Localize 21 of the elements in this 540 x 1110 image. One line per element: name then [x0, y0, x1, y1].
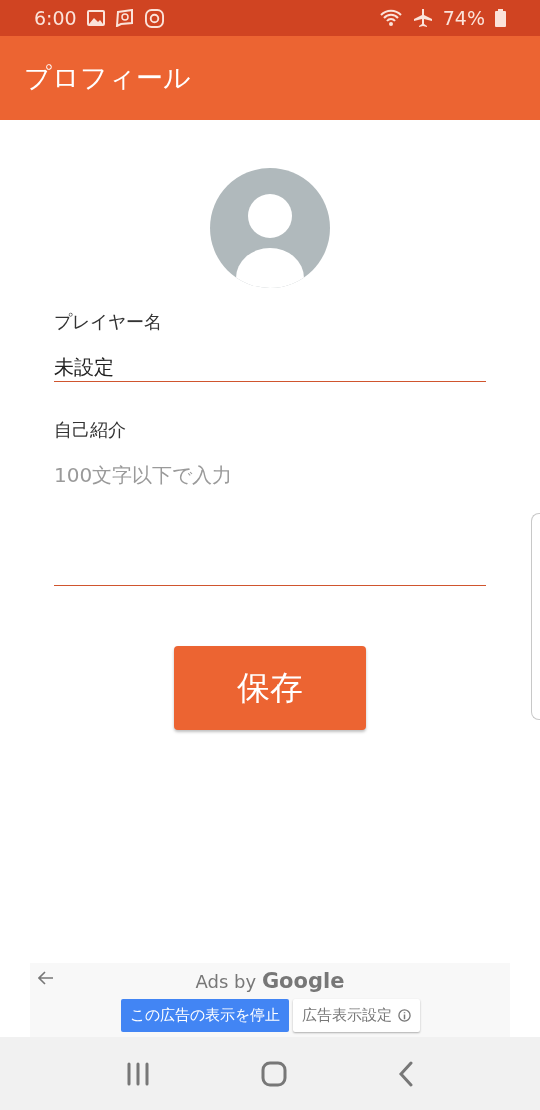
back-arrow-icon[interactable]	[38, 971, 54, 985]
battery-icon	[495, 9, 506, 27]
name-field[interactable]: 未設定	[54, 354, 486, 382]
ad-settings-button[interactable]: 広告表示設定	[292, 999, 420, 1032]
back-icon[interactable]	[398, 1060, 415, 1087]
save-button[interactable]: 保存	[174, 646, 366, 730]
app-title: プロフィール	[24, 61, 191, 95]
field-label: プレイヤー名	[54, 310, 163, 334]
airplane-icon	[412, 8, 433, 28]
stop-ad-button[interactable]: この広告の表示を停止	[120, 999, 289, 1032]
recents-icon[interactable]	[125, 1061, 150, 1086]
clock: 6:00	[34, 7, 77, 29]
battery-level: 74%	[442, 7, 485, 29]
field-label: 自己紹介	[54, 418, 127, 442]
wifi-icon	[378, 9, 403, 27]
home-icon[interactable]	[261, 1060, 287, 1087]
image-icon	[86, 10, 105, 26]
info-icon	[397, 1009, 411, 1022]
bio-field[interactable]: 100文字以下で入力	[54, 462, 486, 586]
ad-attribution: Ads by Google	[195, 969, 345, 993]
edge-panel-handle[interactable]	[531, 513, 540, 720]
